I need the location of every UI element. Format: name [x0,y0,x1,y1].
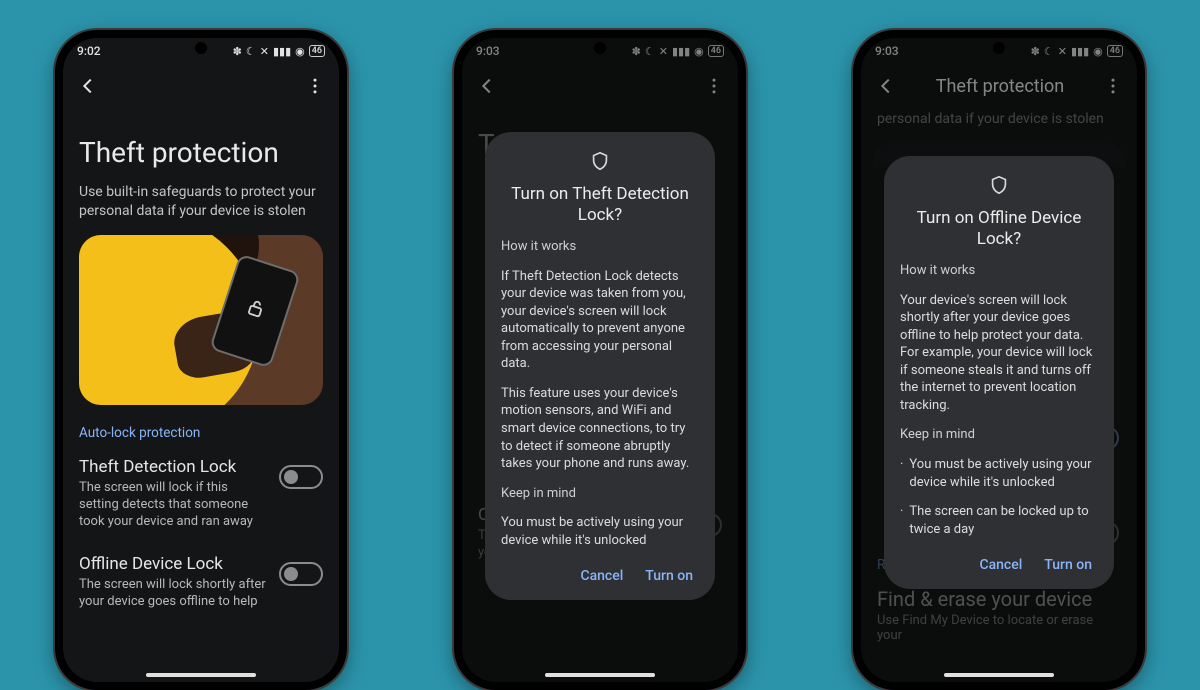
section-label: Auto-lock protection [79,425,323,441]
bluetooth-icon: ✽ [233,45,242,58]
overflow-icon[interactable] [305,76,325,96]
phone-frame-1: 9:02 ✽ ☾ ✕ ▮▮▮ ◉ 46 Theft protection Use… [55,30,347,690]
confirm-button[interactable]: Turn on [1044,556,1092,575]
hero-illustration [79,235,323,405]
screen-1: 9:02 ✽ ☾ ✕ ▮▮▮ ◉ 46 Theft protection Use… [63,38,339,682]
clock: 9:02 [77,44,101,58]
gesture-pill[interactable] [944,673,1054,677]
dialog-paragraph: You must be actively using your device w… [501,514,699,549]
dialog-paragraph: This feature uses your device's motion s… [501,385,699,473]
cancel-button[interactable]: Cancel [580,567,623,586]
dnd-icon: ☾ [246,45,256,58]
page-subtitle: Use built-in safeguards to protect your … [79,183,323,221]
gesture-pill[interactable] [146,673,256,677]
phone-frame-3: 9:03 ✽ ☾ ✕ ▮▮▮ ◉ 46 Theft protection per… [853,30,1145,690]
setting-title: Theft Detection Lock [79,457,269,477]
dialog-bullet-text: You must be actively using your device w… [909,456,1098,491]
dialog-paragraph: If Theft Detection Lock detects your dev… [501,268,699,373]
cancel-button[interactable]: Cancel [979,556,1022,575]
setting-desc: The screen will lock if this setting det… [79,480,269,531]
app-bar [63,64,339,108]
signal-icon: ▮▮▮ [273,45,291,58]
dialog-theft-detection: Turn on Theft Detection Lock? How it wor… [485,132,715,600]
toggle-switch[interactable] [279,562,323,586]
dialog-how-heading: How it works [900,262,1098,280]
dialog-title: Turn on Offline Device Lock? [900,208,1098,251]
dialog-actions: Cancel Turn on [900,550,1098,581]
dialog-keep-heading: Keep in mind [501,485,699,503]
dialog-bullet: ·You must be actively using your device … [900,456,1098,491]
dialog-how-heading: How it works [501,238,699,256]
setting-title: Offline Device Lock [79,554,269,574]
back-icon[interactable] [77,75,99,97]
wifi-icon: ◉ [295,45,305,58]
setting-offline-device-lock[interactable]: Offline Device Lock The screen will lock… [79,554,323,611]
dialog-keep-heading: Keep in mind [900,426,1098,444]
setting-desc: The screen will lock shortly after your … [79,577,269,611]
dialog-title: Turn on Theft Detection Lock? [501,184,699,227]
shield-icon [900,174,1098,202]
screen-3: 9:03 ✽ ☾ ✕ ▮▮▮ ◉ 46 Theft protection per… [861,38,1137,682]
setting-theft-detection-lock[interactable]: Theft Detection Lock The screen will loc… [79,457,323,531]
shield-icon [501,150,699,178]
dialog-bullet-text: The screen can be locked up to twice a d… [909,503,1098,538]
dialog-paragraph: Your device's screen will lock shortly a… [900,292,1098,415]
camera-hole [195,42,207,54]
confirm-button[interactable]: Turn on [645,567,693,586]
dialog-bullet: ·The screen can be locked up to twice a … [900,503,1098,538]
toggle-switch[interactable] [279,465,323,489]
camera-hole [993,42,1005,54]
screen-2: 9:03 ✽ ☾ ✕ ▮▮▮ ◉ 46 T Offlin [462,38,738,682]
status-icons: ✽ ☾ ✕ ▮▮▮ ◉ 46 [233,45,325,58]
vibrate-icon: ✕ [260,45,269,58]
phone-frame-2: 9:03 ✽ ☾ ✕ ▮▮▮ ◉ 46 T Offlin [454,30,746,690]
page-title: Theft protection [79,136,323,169]
gesture-pill[interactable] [545,673,655,677]
dialog-offline-lock: Turn on Offline Device Lock? How it work… [884,156,1114,589]
dialog-actions: Cancel Turn on [501,561,699,592]
content-area: Theft protection Use built-in safeguards… [63,136,339,611]
battery-icon: 46 [309,45,325,57]
camera-hole [594,42,606,54]
